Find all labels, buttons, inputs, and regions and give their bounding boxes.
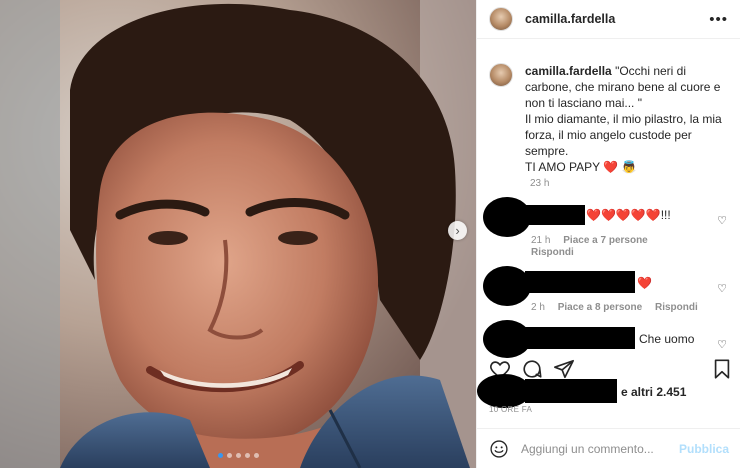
comment: ❤️ ♡ 2 h Piace a 8 persone Rispondi — [483, 266, 737, 316]
comment-reply[interactable]: Rispondi — [531, 247, 584, 258]
reply-link[interactable]: Rispondi — [531, 247, 574, 258]
more-icon[interactable]: ••• — [709, 11, 728, 28]
comment-time: 21 h — [531, 235, 551, 246]
post-photo[interactable]: › — [0, 0, 476, 468]
heart-icon[interactable]: ♡ — [717, 282, 727, 295]
caption-text: camilla.fardella "Occhi neri di carbone,… — [525, 63, 722, 175]
caption-line: TI AMO PAPY ❤️ 👼 — [525, 160, 637, 174]
comment-meta: 2 h Piace a 8 persone Rispondi — [531, 302, 708, 313]
caption-line: "Occhi neri di — [615, 64, 687, 78]
comment-text: ❤️❤️❤️❤️❤️!!! — [586, 208, 671, 222]
emoji-icon[interactable] — [489, 439, 509, 459]
redacted-username — [525, 271, 635, 293]
likes-count[interactable]: e altri 2.451 — [621, 385, 686, 399]
comment-input[interactable] — [521, 441, 679, 456]
avatar[interactable] — [489, 7, 513, 31]
portrait-image — [0, 0, 476, 468]
carousel-dot — [235, 453, 241, 458]
comment-text: Che uomo — [639, 332, 695, 346]
post-header: camilla.fardella ••• — [477, 0, 740, 39]
caption-line: forza, il mio angelo custode per — [525, 128, 692, 142]
carousel-dot — [217, 453, 223, 458]
caption-line: Il mio diamante, il mio pilastro, la mia — [525, 112, 722, 126]
caption-line: sempre. — [525, 144, 569, 158]
comment: ❤️❤️❤️❤️❤️!!! ♡ 21 h Piace a 7 persone R… — [483, 197, 737, 258]
post-side-panel: camilla.fardella ••• camilla.fardella "O… — [476, 0, 740, 468]
carousel-dot — [244, 453, 250, 458]
carousel-dot — [226, 453, 232, 458]
redacted-avatar — [477, 374, 531, 408]
reply-link[interactable]: Rispondi — [655, 302, 698, 313]
carousel-dots — [0, 453, 476, 458]
header-username[interactable]: camilla.fardella — [525, 12, 709, 26]
comment-likes[interactable]: Piace a 8 persone — [558, 302, 643, 313]
redacted-username — [525, 327, 635, 349]
chevron-right-icon: › — [455, 223, 460, 238]
comment-time: 2 h — [531, 302, 545, 313]
heart-icon[interactable]: ♡ — [717, 338, 727, 351]
comment-text: ❤️ — [637, 276, 652, 290]
redacted-username — [525, 379, 617, 403]
redacted-username — [525, 205, 585, 225]
carousel-dot — [253, 453, 259, 458]
redacted-avatar — [483, 197, 531, 237]
comment: Che uomo ♡ — [483, 320, 737, 358]
caption-line: carbone, che mirano bene al cuore e — [525, 80, 721, 94]
publish-button[interactable]: Pubblica — [679, 442, 729, 456]
likes-row: e altri 2.451 — [477, 374, 740, 408]
post-time: 10 ORE FA — [489, 405, 533, 414]
comment-likes[interactable]: Piace a 7 persone — [563, 235, 648, 246]
caption-username[interactable]: camilla.fardella — [525, 64, 612, 78]
caption: camilla.fardella "Occhi neri di carbone,… — [489, 63, 729, 175]
caption-time: 23 h — [530, 178, 550, 189]
comment-meta: 21 h Piace a 7 persone — [531, 235, 658, 246]
carousel-next-button[interactable]: › — [448, 221, 467, 240]
heart-icon[interactable]: ♡ — [717, 214, 727, 227]
caption-line: non ti lasciano mai... " — [525, 96, 642, 110]
avatar[interactable] — [489, 63, 513, 87]
redacted-avatar — [483, 266, 531, 306]
add-comment-bar: Pubblica — [477, 428, 740, 468]
